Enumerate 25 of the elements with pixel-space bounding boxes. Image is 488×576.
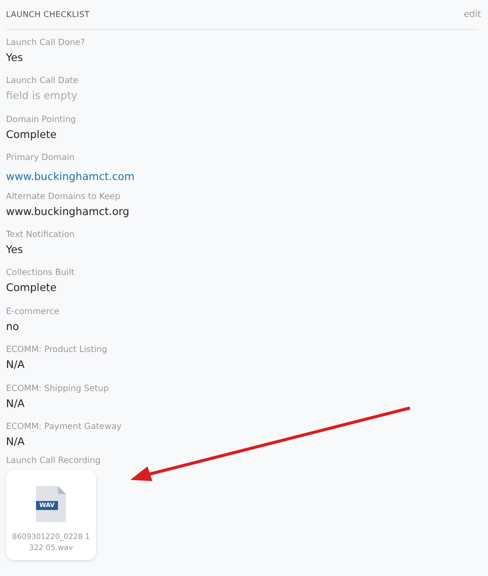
field-label: Launch Call Done? (6, 37, 86, 50)
field-value: N/A (6, 434, 26, 450)
field-label: ECOMM: Payment Gateway (6, 420, 123, 434)
field-value: N/A (6, 396, 26, 412)
field-label: ECOMM: Product Listing (6, 344, 108, 358)
field-value: Complete (6, 128, 58, 143)
field-value: field is empty (6, 89, 78, 104)
field-label: Collections Built (6, 267, 76, 280)
field-value: no (6, 320, 20, 335)
edit-link[interactable]: edit (464, 10, 481, 20)
field-value: N/A (6, 358, 26, 374)
field-label: ECOMM: Shipping Setup (6, 382, 110, 396)
field-label: Launch Call Recording (6, 455, 102, 468)
field-label: Domain Pointing (6, 114, 77, 127)
section-title: LAUNCH CHECKLIST (6, 10, 90, 19)
field-label: Alternate Domains to Keep (6, 190, 122, 204)
field-value: Complete (6, 281, 58, 296)
field-label: Primary Domain (6, 152, 76, 166)
field-value: www.buckinghamct.org (6, 204, 130, 220)
field-label: Text Notification (6, 228, 76, 242)
field-label: E-commerce (6, 306, 60, 319)
domain-link[interactable]: www.buckinghamct.com (6, 169, 135, 186)
field-value: Yes (6, 242, 24, 258)
field-label: Launch Call Date (6, 75, 80, 88)
field-value: Yes (6, 51, 24, 66)
